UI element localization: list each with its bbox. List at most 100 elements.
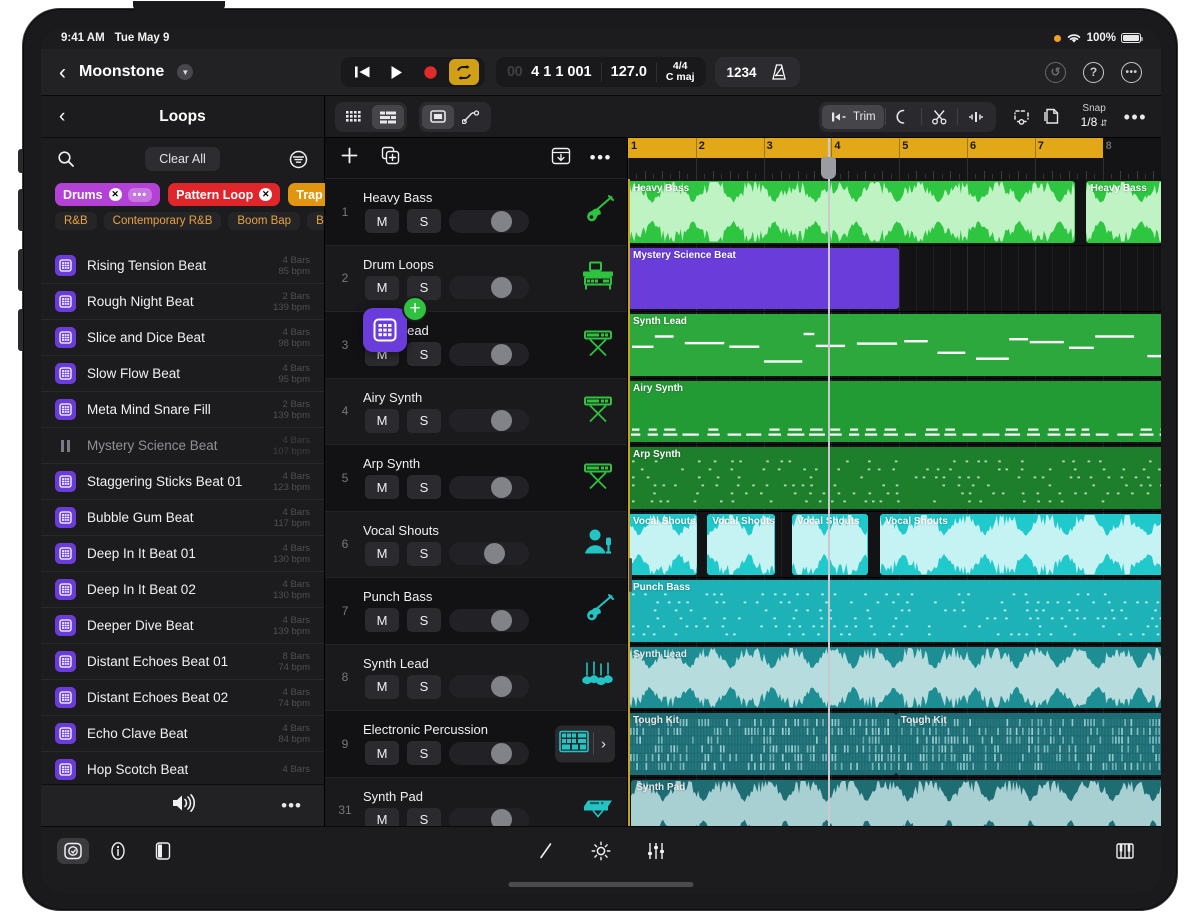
loop-list-item[interactable]: Meta Mind Snare Fill 2 Bars 139 bpm	[41, 392, 324, 428]
track-list-icon[interactable]	[372, 104, 404, 129]
snap-control[interactable]: Snap 1/8 ⇵	[1081, 103, 1108, 130]
brightness-fx-icon[interactable]	[585, 838, 617, 864]
loop-pattern-icon[interactable]	[55, 399, 76, 420]
loop-list-item[interactable]: Slice and Dice Beat 4 Bars 98 bpm	[41, 320, 324, 356]
solo-button[interactable]: S	[407, 475, 441, 500]
loop-pattern-icon[interactable]	[55, 291, 76, 312]
keyboard-slim-icon[interactable]	[581, 793, 615, 828]
suggested-tag[interactable]: Bass M	[307, 212, 324, 230]
timeline[interactable]: 1 2 3 4 5 6 7 8 Heavy Bass Heavy Bass Mystery Sci…	[628, 138, 1161, 826]
more-settings-icon[interactable]: •••	[1121, 61, 1142, 83]
region[interactable]: Vocal Shouts	[628, 513, 698, 575]
metronome-icon[interactable]	[770, 63, 788, 81]
mute-button[interactable]: M	[365, 608, 399, 633]
search-icon[interactable]	[57, 150, 75, 168]
region[interactable]: Vocal Shouts	[707, 513, 776, 575]
timeline-lane[interactable]: Arp Synth	[628, 445, 1161, 512]
loop-list-item[interactable]: Slow Flow Beat 4 Bars 95 bpm	[41, 356, 324, 392]
solo-button[interactable]: S	[407, 209, 441, 234]
timeline-lane[interactable]: Airy Synth	[628, 378, 1161, 445]
loop-list-item[interactable]: Deeper Dive Beat 4 Bars 139 bpm	[41, 608, 324, 644]
region[interactable]: Synth Pad	[631, 779, 1161, 826]
timeline-lane[interactable]: Tough Kit Tough Kit	[628, 711, 1161, 778]
pause-icon[interactable]	[55, 435, 76, 456]
region[interactable]: Tough Kit	[628, 713, 896, 775]
duplicate-track-icon[interactable]	[381, 146, 400, 170]
region[interactable]: Vocal Shouts	[792, 513, 868, 575]
vocalist-mic-icon[interactable]	[581, 527, 615, 562]
back-chevron-icon[interactable]: ‹	[59, 62, 66, 83]
track-header[interactable]: 1 Heavy Bass M S	[325, 179, 627, 246]
region[interactable]: Heavy Bass	[1085, 181, 1161, 243]
loop-pattern-icon[interactable]	[55, 615, 76, 636]
volume-slider[interactable]	[449, 342, 529, 366]
loop-tool-button[interactable]	[887, 105, 920, 129]
volume-slider[interactable]	[449, 608, 529, 632]
loop-list-item[interactable]: Distant Echoes Beat 01 8 Bars 74 bpm	[41, 644, 324, 680]
keyboard-stand-icon[interactable]	[581, 460, 615, 495]
timeline-lane[interactable]: Punch Bass	[628, 578, 1161, 645]
instrument-icon-button[interactable]: ›	[555, 725, 615, 763]
piano-keys-icon[interactable]	[1109, 838, 1141, 864]
info-icon[interactable]	[102, 838, 134, 864]
project-disclosure-icon[interactable]: ▼	[177, 64, 194, 80]
region[interactable]: Punch Bass	[628, 580, 1161, 642]
track-header[interactable]: 5 Arp Synth M S	[325, 445, 627, 512]
region[interactable]: Airy Synth	[628, 380, 1161, 442]
panel-toggle-icon[interactable]	[147, 838, 179, 864]
region[interactable]: Synth Lead	[628, 314, 1161, 376]
mute-button[interactable]: M	[365, 275, 399, 300]
count-in-value[interactable]: 1234	[727, 65, 757, 80]
loop-pattern-icon[interactable]	[55, 363, 76, 384]
solo-button[interactable]: S	[407, 741, 441, 766]
undo-icon[interactable]: ↺	[1045, 61, 1066, 83]
loop-browser-icon[interactable]	[57, 838, 89, 864]
loop-list-item[interactable]: Rough Night Beat 2 Bars 139 bpm	[41, 284, 324, 320]
loop-list-item[interactable]: Deep In It Beat 01 4 Bars 130 bpm	[41, 536, 324, 572]
timeline-lane[interactable]: Vocal Shouts Vocal Shouts Vocal Shouts Voca…	[628, 511, 1161, 578]
region[interactable]: Mystery Science Beat	[628, 247, 900, 309]
bass-guitar-icon[interactable]	[581, 593, 615, 628]
volume-slider[interactable]	[449, 675, 529, 699]
track-header[interactable]: 9 Electronic Percussion M S ›	[325, 711, 627, 778]
browser-more-icon[interactable]: •••	[281, 797, 302, 814]
solo-button[interactable]: S	[407, 342, 441, 367]
cycle-button[interactable]	[449, 59, 479, 85]
volume-slider[interactable]	[449, 209, 529, 233]
track-header[interactable]: 2 Drum Loops M S	[325, 245, 627, 312]
volume-slider[interactable]	[449, 276, 529, 300]
loop-pattern-icon[interactable]	[55, 687, 76, 708]
chevron-right-icon[interactable]: ›	[598, 735, 611, 752]
record-button[interactable]	[415, 59, 445, 85]
region[interactable]: Vocal Shouts	[880, 513, 1161, 575]
mixer-faders-icon[interactable]	[640, 838, 672, 864]
help-icon[interactable]: ?	[1083, 61, 1104, 83]
trim-tool-button[interactable]: Trim	[822, 104, 884, 129]
keyboard-stand-icon[interactable]	[581, 327, 615, 362]
clear-all-button[interactable]: Clear All	[145, 147, 220, 171]
loop-list-item[interactable]: Mystery Science Beat 4 Bars 107 bpm	[41, 428, 324, 464]
mute-button[interactable]: M	[365, 741, 399, 766]
volume-slider[interactable]	[449, 542, 529, 566]
timeline-lanes[interactable]: Heavy Bass Heavy Bass Mystery Science Beat…	[628, 179, 1161, 826]
play-button[interactable]	[381, 59, 411, 85]
strings-icon[interactable]	[581, 660, 615, 695]
loop-pattern-icon[interactable]	[55, 543, 76, 564]
region-rectangle-icon[interactable]	[422, 104, 454, 129]
filter-icon[interactable]	[289, 150, 308, 169]
remove-tag-icon[interactable]: ✕	[259, 188, 273, 201]
filter-tag[interactable]: Pattern Loop ✕	[168, 183, 281, 206]
mute-button[interactable]: M	[365, 408, 399, 433]
remove-tag-icon[interactable]: ✕	[108, 188, 122, 201]
speaker-volume-icon[interactable]	[170, 793, 196, 818]
chevron-updown-icon[interactable]: ⇵	[1100, 118, 1108, 128]
loop-list-item[interactable]: Hop Scotch Beat 4 Bars	[41, 752, 324, 788]
bass-guitar-icon[interactable]	[581, 194, 615, 229]
timeline-lane[interactable]: Synth Lead	[628, 644, 1161, 711]
volume-slider[interactable]	[449, 741, 529, 765]
timeline-lane[interactable]: Synth Lead	[628, 312, 1161, 379]
select-lasso-icon[interactable]	[1007, 105, 1037, 129]
track-header[interactable]: 7 Punch Bass M S	[325, 578, 627, 645]
track-headers-more-icon[interactable]: •••	[590, 149, 612, 166]
solo-button[interactable]: S	[407, 608, 441, 633]
